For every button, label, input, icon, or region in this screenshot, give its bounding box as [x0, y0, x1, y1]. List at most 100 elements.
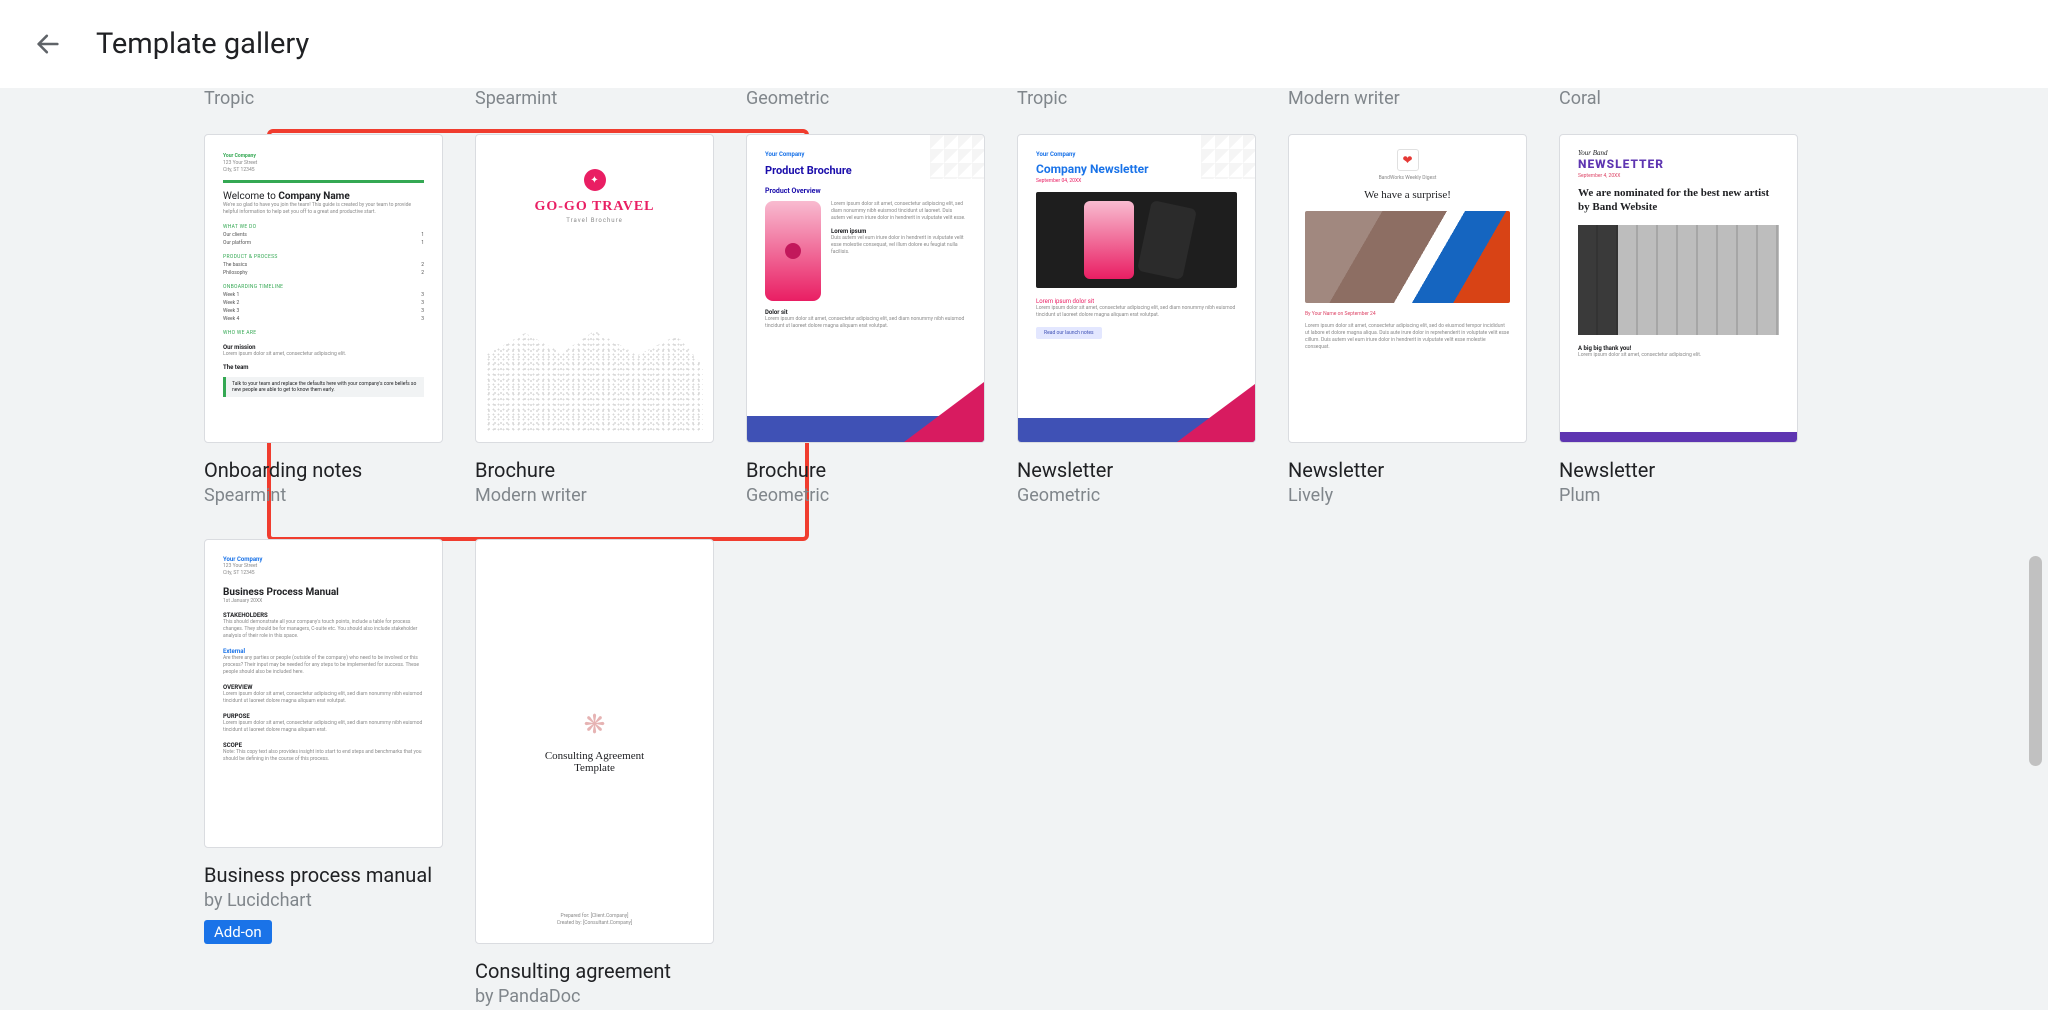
thumb-paragraph: Note: This copy text also provides insig… [223, 749, 424, 763]
footer-bar [1560, 432, 1797, 442]
thumb-section: ONBOARDING TIMELINE [223, 284, 424, 290]
hero-image [1305, 211, 1510, 303]
thumb-row: The basics2 [223, 262, 424, 268]
thumb-company: Your Company [223, 556, 424, 563]
thumb-section: OVERVIEW [223, 684, 424, 691]
thumb-address: 123 Your StreetCity, ST 12345 [223, 563, 424, 577]
thumb-heading: Dolor sit [765, 309, 966, 316]
thumb-paragraph: Lorem ipsum dolor sit amet, consectetur … [1305, 323, 1510, 351]
thumb-brand: Your Band [1578, 149, 1779, 157]
thumb-heading: Lorem ipsum dolor sit [1036, 298, 1237, 305]
thumb-address: 123 Your StreetCity, ST 12345 [223, 160, 424, 174]
template-thumbnail: ❤ BandWorks Weekly Digest We have a surp… [1288, 134, 1527, 443]
template-title: Business process manual [204, 862, 443, 888]
thumb-thanks: A big big thank you! [1578, 345, 1779, 352]
thumb-footer: Prepared for: [Client.Company] Created b… [476, 913, 713, 927]
content-area: Tropic Spearmint Geometric Tropic Modern… [0, 88, 2048, 1010]
flower-icon: ❋ [584, 710, 606, 740]
thumb-row: Week 23 [223, 300, 424, 306]
partial-label: Geometric [746, 88, 985, 110]
template-card-business-process-manual[interactable]: Your Company 123 Your StreetCity, ST 123… [204, 539, 443, 944]
template-thumbnail: ❋ Consulting Agreement Template Prepared… [475, 539, 714, 944]
thumb-title-line1: Consulting Agreement [545, 750, 644, 762]
thumb-paragraph: This should demonstrate all your company… [223, 619, 424, 640]
thumb-heading: Welcome to Company Name [223, 191, 424, 202]
thumb-row: Philosophy2 [223, 270, 424, 276]
page-title: Template gallery [96, 27, 309, 61]
scrollbar[interactable] [2026, 88, 2044, 1010]
partial-label: Spearmint [475, 88, 714, 110]
thumb-callout: Talk to your team and replace the defaul… [223, 377, 424, 397]
template-card-brochure-geometric[interactable]: Your Company Product Brochure Product Ov… [746, 134, 985, 507]
scrollbar-thumb[interactable] [2029, 556, 2042, 766]
thumb-paragraph: Lorem ipsum dolor sit amet, consectetur … [223, 691, 424, 705]
template-thumbnail: Your Company Company Newsletter Septembe… [1017, 134, 1256, 443]
thumb-paragraph: Lorem ipsum dolor sit amet, consectetur … [223, 351, 424, 358]
thumb-paragraph: Are there any parties or people (outside… [223, 655, 424, 676]
thumb-paragraph: Duis autem vel eum iriure dolor in hendr… [831, 235, 966, 256]
partial-previous-row: Tropic Spearmint Geometric Tropic Modern… [0, 88, 2048, 134]
template-subtitle: Plum [1559, 485, 1798, 507]
phone-graphic [1084, 201, 1134, 279]
thumb-company: Your Company [223, 153, 424, 160]
thumb-paragraph: Lorem ipsum dolor sit amet, consectetur … [765, 316, 966, 330]
phone-graphic [1137, 200, 1197, 280]
heart-icon: ❤ [1397, 149, 1419, 171]
template-title: Consulting agreement [475, 958, 714, 984]
thumb-brand: GO-GO TRAVEL [534, 199, 654, 215]
template-subtitle: by PandaDoc [475, 986, 714, 1008]
template-subtitle: Lively [1288, 485, 1527, 507]
thumb-footer-line: Created by: [Consultant.Company] [476, 920, 713, 927]
template-card-onboarding-notes[interactable]: Your Company 123 Your StreetCity, ST 123… [204, 134, 443, 507]
header: Template gallery [0, 0, 2048, 88]
footer-graphic [1018, 418, 1255, 442]
template-title: Onboarding notes [204, 457, 443, 483]
template-title: Brochure [746, 457, 985, 483]
partial-label: Tropic [204, 88, 443, 110]
thumb-mission-label: Our mission [223, 344, 424, 351]
thumb-paragraph: Lorem ipsum dolor sit amet, consectetur … [1578, 352, 1779, 359]
template-card-consulting-agreement[interactable]: ❋ Consulting Agreement Template Prepared… [475, 539, 714, 944]
template-subtitle: Spearmint [204, 485, 443, 507]
template-subtitle: by Lucidchart [204, 890, 443, 912]
corner-graphic [930, 135, 984, 179]
template-subtitle: Modern writer [475, 485, 714, 507]
template-grid: Your Company 123 Your StreetCity, ST 123… [0, 134, 2048, 984]
addon-badge: Add-on [204, 920, 272, 944]
thumb-paragraph: Lorem ipsum dolor sit amet, consectetur … [831, 201, 966, 222]
partial-label: Modern writer [1288, 88, 1527, 110]
template-card-newsletter-plum[interactable]: Your Band NEWSLETTER September 4, 20XX W… [1559, 134, 1798, 507]
template-card-newsletter-geometric[interactable]: Your Company Company Newsletter Septembe… [1017, 134, 1256, 507]
template-card-newsletter-lively[interactable]: ❤ BandWorks Weekly Digest We have a surp… [1288, 134, 1527, 507]
thumb-brand: BandWorks Weekly Digest [1305, 175, 1510, 181]
thumb-section: WHAT WE DO [223, 224, 424, 230]
thumb-heading: We have a surprise! [1305, 189, 1510, 201]
thumb-row: Week 33 [223, 308, 424, 314]
thumb-title-line2: Template [574, 762, 615, 774]
footer-graphic [747, 416, 984, 442]
thumb-section: Product Overview [765, 187, 966, 195]
thumb-button: Read our launch notes [1036, 327, 1102, 339]
template-card-brochure-modern-writer[interactable]: ✦ GO-GO TRAVEL Travel Brochure Brochure … [475, 134, 714, 507]
thumb-heading: Lorem ipsum [831, 228, 966, 235]
thumb-footer-line: Prepared for: [Client.Company] [476, 913, 713, 920]
thumb-team-label: The team [223, 364, 424, 371]
thumb-row: Week 43 [223, 316, 424, 322]
hero-image [1578, 225, 1779, 335]
thumb-date: September 4, 20XX [1578, 173, 1779, 179]
thumb-paragraph: Lorem ipsum dolor sit amet, consectetur … [1036, 305, 1237, 319]
template-thumbnail: Your Band NEWSLETTER September 4, 20XX W… [1559, 134, 1798, 443]
template-thumbnail: Your Company 123 Your StreetCity, ST 123… [204, 134, 443, 443]
thumb-section: PRODUCT & PROCESS [223, 254, 424, 260]
partial-label: Tropic [1017, 88, 1256, 110]
template-thumbnail: Your Company 123 Your StreetCity, ST 123… [204, 539, 443, 848]
hero-image [1036, 192, 1237, 288]
back-button[interactable] [24, 20, 72, 68]
thumb-title: Business Process Manual [223, 587, 424, 598]
partial-label: Coral [1559, 88, 1798, 110]
thumb-brand-sub: Travel Brochure [566, 217, 623, 224]
thumb-section: PURPOSE [223, 713, 424, 720]
thumb-byline: By Your Name on September 24 [1305, 311, 1510, 317]
thumb-newsletter-label: NEWSLETTER [1578, 157, 1779, 171]
template-title: Newsletter [1288, 457, 1527, 483]
